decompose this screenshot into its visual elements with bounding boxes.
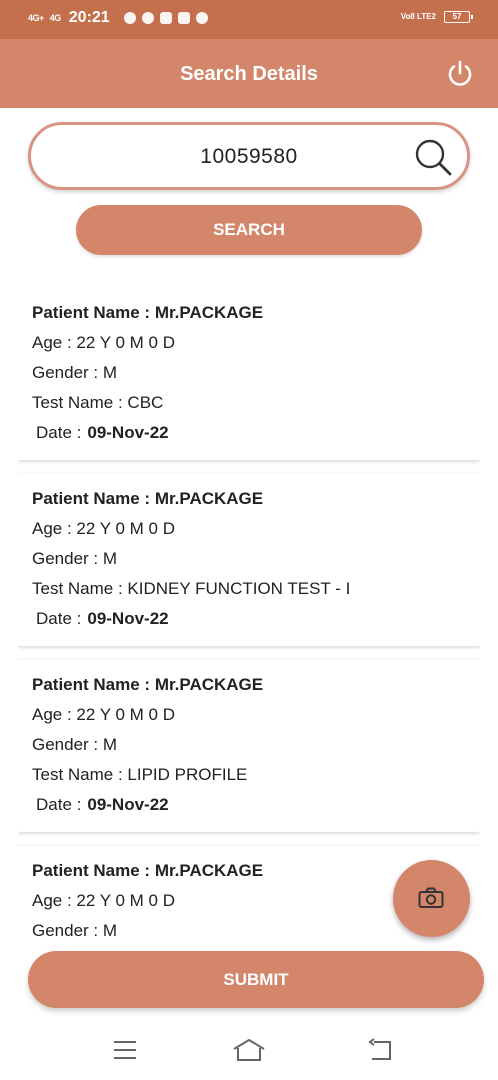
back-icon[interactable] bbox=[366, 1038, 396, 1062]
network-indicator-1: 4G+ bbox=[28, 13, 44, 23]
gender-row: Gender : M bbox=[32, 363, 118, 382]
patient-name-row: Patient Name : Mr.PACKAGE bbox=[32, 675, 264, 694]
date-value: 09-Nov-22 bbox=[87, 609, 169, 628]
test-name-row: Test Name : CBC bbox=[32, 393, 164, 412]
result-card[interactable]: Patient Name : Mr.PACKAGE Age : 22 Y 0 M… bbox=[18, 288, 480, 460]
search-icon[interactable] bbox=[413, 137, 453, 177]
search-button[interactable]: SEARCH bbox=[76, 205, 422, 255]
date-value: 09-Nov-22 bbox=[87, 795, 169, 814]
whatsapp-icon bbox=[195, 12, 208, 24]
page-title: Search Details bbox=[180, 63, 318, 85]
network-indicator-2: 4G bbox=[49, 13, 62, 23]
search-input-value[interactable]: 10059580 bbox=[31, 145, 467, 169]
menu-icon[interactable] bbox=[110, 1038, 140, 1062]
mail-icon bbox=[177, 12, 190, 24]
date-value: 09-Nov-22 bbox=[87, 423, 169, 442]
test-name-row: Test Name : KIDNEY FUNCTION TEST - I bbox=[32, 579, 351, 598]
patient-name: Mr.PACKAGE bbox=[154, 303, 264, 322]
youtube-icon bbox=[159, 12, 172, 24]
test-name-row: Test Name : LIPID PROFILE bbox=[32, 765, 248, 784]
date-row: Date :09-Nov-22 bbox=[36, 795, 169, 814]
system-nav-bar bbox=[0, 1020, 498, 1080]
age-row: Age : 22 Y 0 M 0 D bbox=[32, 519, 176, 538]
submit-button[interactable]: SUBMIT bbox=[28, 951, 484, 1008]
chat-icon bbox=[141, 12, 154, 24]
camera-icon bbox=[418, 887, 444, 908]
age-row: Age : 22 Y 0 M 0 D bbox=[32, 705, 176, 724]
status-time: 20:21 bbox=[68, 9, 110, 26]
date-row: Date :09-Nov-22 bbox=[36, 423, 169, 442]
power-icon[interactable] bbox=[446, 60, 474, 88]
gender-row: Gender : M bbox=[32, 921, 118, 940]
status-bar: 4G+ 4G 20:21 Vo8 LTE2 57 bbox=[0, 0, 498, 39]
home-icon[interactable] bbox=[232, 1038, 266, 1062]
age-row: Age : 22 Y 0 M 0 D bbox=[32, 333, 176, 352]
date-row: Date :09-Nov-22 bbox=[36, 609, 169, 628]
result-card[interactable]: Patient Name : Mr.PACKAGE Age : 22 Y 0 M… bbox=[18, 474, 480, 646]
notification-icon bbox=[123, 12, 136, 24]
patient-name: Mr.PACKAGE bbox=[154, 489, 264, 508]
result-card[interactable]: Patient Name : Mr.PACKAGE Age : 22 Y 0 M… bbox=[18, 660, 480, 832]
app-header: Search Details bbox=[0, 39, 498, 108]
patient-name: Mr.PACKAGE bbox=[154, 675, 264, 694]
patient-name-row: Patient Name : Mr.PACKAGE bbox=[32, 489, 264, 508]
camera-button[interactable] bbox=[393, 860, 470, 937]
battery-icon: 57 bbox=[444, 11, 473, 23]
volte-indicator: Vo8 LTE2 bbox=[400, 12, 436, 21]
patient-name: Mr.PACKAGE bbox=[154, 861, 264, 880]
gender-row: Gender : M bbox=[32, 735, 118, 754]
gender-row: Gender : M bbox=[32, 549, 118, 568]
patient-name-row: Patient Name : Mr.PACKAGE bbox=[32, 303, 264, 322]
search-input[interactable]: 10059580 bbox=[28, 122, 470, 190]
